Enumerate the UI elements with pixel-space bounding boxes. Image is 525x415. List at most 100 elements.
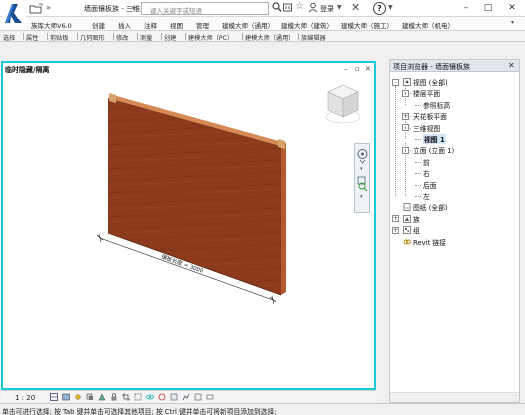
detail-level-icon[interactable] <box>50 393 58 401</box>
close-icon[interactable]: ✕ <box>508 61 515 70</box>
browser-tree-item[interactable]: 组 <box>413 225 420 235</box>
browser-tree-item[interactable]: 后面 <box>423 180 437 190</box>
sheets-icon <box>403 203 411 213</box>
status-bar: 单击可进行选择; 按 Tab 键并单击可选择其他项目; 按 Ctrl 键并单击可… <box>0 403 525 415</box>
render-icon[interactable] <box>98 393 106 401</box>
tree-connector <box>415 173 421 175</box>
expand-icon[interactable]: + <box>392 215 399 223</box>
open-file-icon[interactable] <box>29 3 43 16</box>
cart-icon[interactable] <box>282 2 293 16</box>
tab-family-library[interactable]: 族库大师V6.0 <box>31 20 72 30</box>
browser-tree-item[interactable]: 左 <box>423 191 430 201</box>
browser-tree-item[interactable]: 视图 (全部) <box>413 77 448 87</box>
browser-tree-item[interactable]: 前 <box>423 157 430 167</box>
browser-tree-item[interactable]: 立面 (立面 1) <box>413 145 454 155</box>
tab-annotate[interactable]: 注释 <box>144 20 157 30</box>
browser-tree-item[interactable]: 右 <box>423 168 430 178</box>
panel-measure[interactable]: 测量 <box>140 33 152 42</box>
browser-tree-item[interactable]: 图纸 (全部) <box>413 202 448 212</box>
panel-divider <box>23 33 24 40</box>
families-icon <box>403 214 411 225</box>
user-icon[interactable] <box>308 2 318 15</box>
browser-tree-item[interactable]: 三维视图 <box>413 123 440 133</box>
panel-modify[interactable]: 修改 <box>116 33 128 42</box>
browser-tree-item[interactable]: 族 <box>413 214 420 224</box>
tab-modeling-general[interactable]: 建模大师（通用） <box>222 20 274 30</box>
viewcube-icon[interactable] <box>323 81 363 125</box>
browser-tree-item[interactable]: 楼层平面 <box>413 88 440 98</box>
browser-tree-item[interactable]: 视图 1 <box>423 134 446 144</box>
collapse-icon[interactable]: - <box>392 78 399 86</box>
constraints-icon[interactable] <box>206 393 214 401</box>
tab-modeling-architecture[interactable]: 建模大师（建筑） <box>281 20 333 30</box>
tree-connector <box>405 120 406 139</box>
ribbon-minimize-icon[interactable]: ▾ <box>511 19 514 26</box>
panel-divider <box>161 33 162 40</box>
panel-properties[interactable]: 属性 <box>26 33 38 42</box>
shadows-icon[interactable] <box>86 393 94 401</box>
help-icon[interactable]: ? <box>373 2 386 15</box>
panel-select[interactable]: 选择 <box>3 33 15 42</box>
chevron-down-icon[interactable]: ▼ <box>337 4 342 11</box>
horizontal-scrollbar[interactable] <box>390 392 519 402</box>
steering-wheel-icon[interactable] <box>357 148 368 166</box>
zoom-region-icon[interactable] <box>357 176 368 194</box>
tab-modeling-mep[interactable]: 建模大师（机电） <box>402 20 454 30</box>
worksharing-icon[interactable] <box>170 393 178 401</box>
visual-style-icon[interactable] <box>62 393 70 401</box>
close-window-button[interactable]: ✕ <box>504 2 520 14</box>
maximize-button[interactable]: □ <box>480 2 496 14</box>
exchange-apps-icon[interactable]: ✕ <box>351 1 360 14</box>
status-hint-text: 单击可进行选择; 按 Tab 键并单击可选择其他项目; 按 Ctrl 键并单击可… <box>2 408 277 415</box>
sun-path-icon[interactable] <box>74 393 82 401</box>
reveal-hidden-icon[interactable] <box>158 393 166 401</box>
title-overflow-icon[interactable]: » <box>131 3 136 12</box>
browser-tree-item[interactable]: Revit 链接 <box>413 237 446 247</box>
groups-icon <box>403 226 411 236</box>
analysis-icon[interactable] <box>182 393 190 401</box>
chevron-down-icon[interactable]: ▾ <box>360 166 363 172</box>
expand-icon[interactable]: + <box>392 226 399 234</box>
tree-connector <box>415 196 421 197</box>
minimize-button[interactable]: – <box>458 2 474 14</box>
panel-clipboard[interactable]: 剪贴板 <box>50 33 69 42</box>
panel-modeling-pc[interactable]: 建模大师（PC） <box>188 33 233 42</box>
tree-connector <box>405 86 406 105</box>
revit-app-button[interactable] <box>2 1 26 27</box>
qat-overflow-icon[interactable]: » <box>46 3 51 12</box>
wall-side-face[interactable] <box>281 143 286 295</box>
tab-view[interactable]: 视图 <box>170 20 183 30</box>
search-icon[interactable] <box>272 2 282 15</box>
panel-create[interactable]: 创建 <box>164 33 176 42</box>
ribbon-panel-row: 选择 属性 剪贴板 几何图形 修改 测量 创建 建模大师（PC） 建模大师（通用… <box>0 31 525 42</box>
wall-panel-model[interactable]: 镶板长度 = 3000 <box>3 63 374 388</box>
crop-view-icon[interactable] <box>122 393 130 401</box>
temp-hide-icon[interactable] <box>146 393 154 401</box>
panel-divider <box>77 33 78 40</box>
panel-modeling-general[interactable]: 建模大师（通用） <box>245 33 295 42</box>
panel-geometry[interactable]: 几何图形 <box>80 33 105 42</box>
view-scale[interactable]: 1 : 20 <box>15 394 35 402</box>
tree-connector <box>395 86 396 196</box>
chevron-down-icon[interactable]: ▾ <box>360 194 363 200</box>
tab-create[interactable]: 创建 <box>92 20 105 30</box>
panel-family-editor[interactable]: 族编辑器 <box>301 33 326 42</box>
sign-in-label[interactable]: 登录 <box>320 4 334 14</box>
search-input[interactable]: 键入关键字或短语 <box>141 2 269 15</box>
expand-icon[interactable]: + <box>402 112 409 120</box>
tab-modeling-construction[interactable]: 建模大师（施工） <box>341 20 393 30</box>
tree-connector <box>405 143 406 196</box>
chevron-down-icon[interactable]: ▼ <box>388 4 393 11</box>
crop-region-icon[interactable] <box>134 393 142 401</box>
tab-insert[interactable]: 插入 <box>118 20 131 30</box>
tab-manage[interactable]: 管理 <box>196 20 209 30</box>
panel-divider <box>137 33 138 40</box>
3d-view-window[interactable]: 临时隐藏/隔离 – ▫ ✕ 镶板长度 = 3000 ▾ ▾ <box>1 61 376 390</box>
lock-view-icon[interactable] <box>110 393 118 401</box>
panel-divider <box>298 33 299 40</box>
highlight-icon[interactable] <box>194 393 202 401</box>
favorites-icon[interactable]: ☆ <box>295 1 304 12</box>
browser-tree-item[interactable]: 参照标高 <box>423 100 450 110</box>
browser-tree-item[interactable]: 天花板平面 <box>413 111 447 121</box>
navigation-bar: ▾ ▾ <box>354 143 370 213</box>
